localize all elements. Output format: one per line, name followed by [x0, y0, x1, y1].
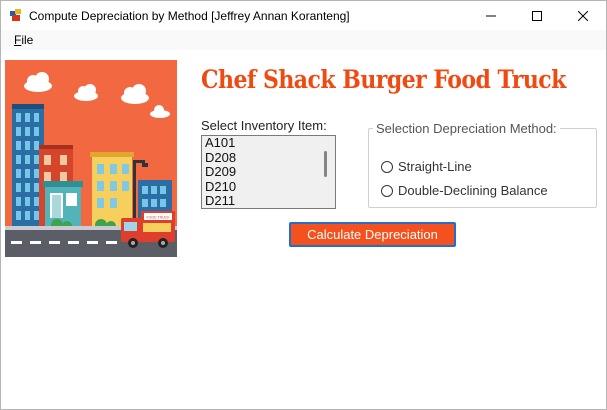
window-title: Compute Depreciation by Method [Jeffrey …	[29, 9, 350, 23]
straight-line-label[interactable]: Straight-Line	[398, 159, 472, 174]
page-heading: Chef Shack Burger Food Truck	[201, 65, 566, 94]
double-declining-label[interactable]: Double-Declining Balance	[398, 183, 548, 198]
straight-line-radio[interactable]	[381, 160, 393, 173]
maximize-button[interactable]	[514, 1, 560, 30]
double-declining-radio[interactable]	[381, 184, 393, 197]
app-window: Compute Depreciation by Method [Jeffrey …	[0, 0, 607, 410]
straight-line-option[interactable]: Straight-Line	[381, 159, 472, 174]
menu-file-label: ile	[21, 33, 34, 47]
truck-sign: FOOD TRUCK	[146, 216, 170, 220]
close-button[interactable]	[560, 1, 606, 30]
calculate-depreciation-button[interactable]: Calculate Depreciation	[289, 222, 456, 247]
app-icon	[10, 9, 22, 21]
list-item[interactable]: D210	[202, 179, 335, 195]
listbox-scrollbar[interactable]	[324, 151, 327, 177]
list-item[interactable]: A101	[202, 136, 335, 151]
inventory-label: Select Inventory Item:	[201, 118, 327, 133]
food-truck-illustration: FOOD TRUCK	[5, 60, 177, 257]
list-item[interactable]: D208	[202, 150, 335, 166]
double-declining-option[interactable]: Double-Declining Balance	[381, 183, 548, 198]
close-icon	[578, 10, 588, 21]
menu-file[interactable]: File	[14, 33, 33, 47]
list-item[interactable]: D211	[202, 193, 335, 208]
depreciation-method-legend: Selection Depreciation Method:	[373, 121, 560, 136]
inventory-listbox[interactable]: A101 D208 D209 D210 D211	[201, 135, 336, 209]
menu-bar: File	[1, 30, 606, 50]
maximize-icon	[532, 10, 542, 21]
minimize-icon	[486, 15, 496, 16]
title-bar[interactable]: Compute Depreciation by Method [Jeffrey …	[1, 1, 606, 30]
minimize-button[interactable]	[468, 1, 514, 30]
list-item[interactable]: D209	[202, 164, 335, 180]
